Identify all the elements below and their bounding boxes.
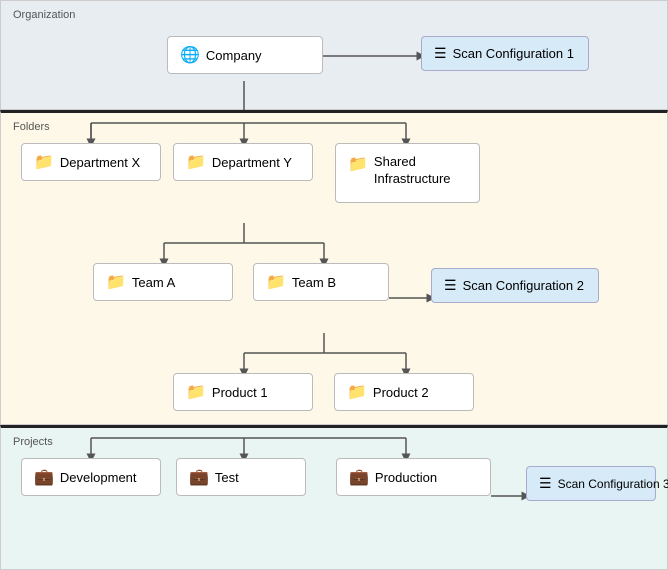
folder-icon-product1: 📁	[186, 382, 206, 402]
team-a-label: Team A	[132, 275, 175, 290]
folder-icon-product2: 📁	[347, 382, 367, 402]
folder-icon-deptx: 📁	[34, 152, 54, 172]
team-b-node[interactable]: 📁 Team B	[253, 263, 389, 301]
folder-icon-teamb: 📁	[266, 272, 286, 292]
product-1-node[interactable]: 📁 Product 1	[173, 373, 313, 411]
scan-icon-1: ☰	[434, 45, 447, 62]
scan-config-2-node[interactable]: ☰ Scan Configuration 2	[431, 268, 599, 303]
scan-icon-2: ☰	[444, 277, 457, 294]
dept-y-node[interactable]: 📁 Department Y	[173, 143, 313, 181]
production-node[interactable]: 💼 Production	[336, 458, 491, 496]
team-b-label: Team B	[292, 275, 336, 290]
scan-config-3-label: Scan Configuration 3	[558, 477, 668, 491]
folder-icon-depty: 📁	[186, 152, 206, 172]
test-node[interactable]: 💼 Test	[176, 458, 306, 496]
development-label: Development	[60, 470, 137, 485]
briefcase-icon-test: 💼	[189, 467, 209, 487]
shared-infra-label: Shared Infrastructure	[374, 154, 467, 188]
folders-label: Folders	[13, 121, 655, 133]
shared-infra-node[interactable]: 📁 Shared Infrastructure	[335, 143, 480, 203]
org-label: Organization	[13, 9, 655, 21]
scan-config-3-node[interactable]: ☰ Scan Configuration 3	[526, 466, 656, 501]
company-node[interactable]: 🌐 Company	[167, 36, 323, 74]
briefcase-icon-dev: 💼	[34, 467, 54, 487]
product-1-label: Product 1	[212, 385, 268, 400]
folder-icon-shared: 📁	[348, 154, 368, 174]
dept-y-label: Department Y	[212, 155, 292, 170]
company-label: Company	[206, 48, 262, 63]
projects-label: Projects	[13, 436, 655, 448]
development-node[interactable]: 💼 Development	[21, 458, 161, 496]
production-label: Production	[375, 470, 437, 485]
scan-config-2-label: Scan Configuration 2	[463, 278, 584, 293]
test-label: Test	[215, 470, 239, 485]
scan-config-1-label: Scan Configuration 1	[453, 46, 574, 61]
scan-icon-3: ☰	[539, 475, 552, 492]
dept-x-label: Department X	[60, 155, 140, 170]
team-a-node[interactable]: 📁 Team A	[93, 263, 233, 301]
globe-icon: 🌐	[180, 45, 200, 65]
dept-x-node[interactable]: 📁 Department X	[21, 143, 161, 181]
product-2-label: Product 2	[373, 385, 429, 400]
product-2-node[interactable]: 📁 Product 2	[334, 373, 474, 411]
projects-section: Projects 💼 Development 💼 Test 💼 Producti…	[0, 425, 668, 570]
folder-icon-teama: 📁	[106, 272, 126, 292]
org-section: Organization 🌐 Company ☰ Scan Configurat…	[0, 0, 668, 110]
folders-section: Folders 📁 D	[0, 110, 668, 425]
scan-config-1-node[interactable]: ☰ Scan Configuration 1	[421, 36, 589, 71]
briefcase-icon-prod: 💼	[349, 467, 369, 487]
